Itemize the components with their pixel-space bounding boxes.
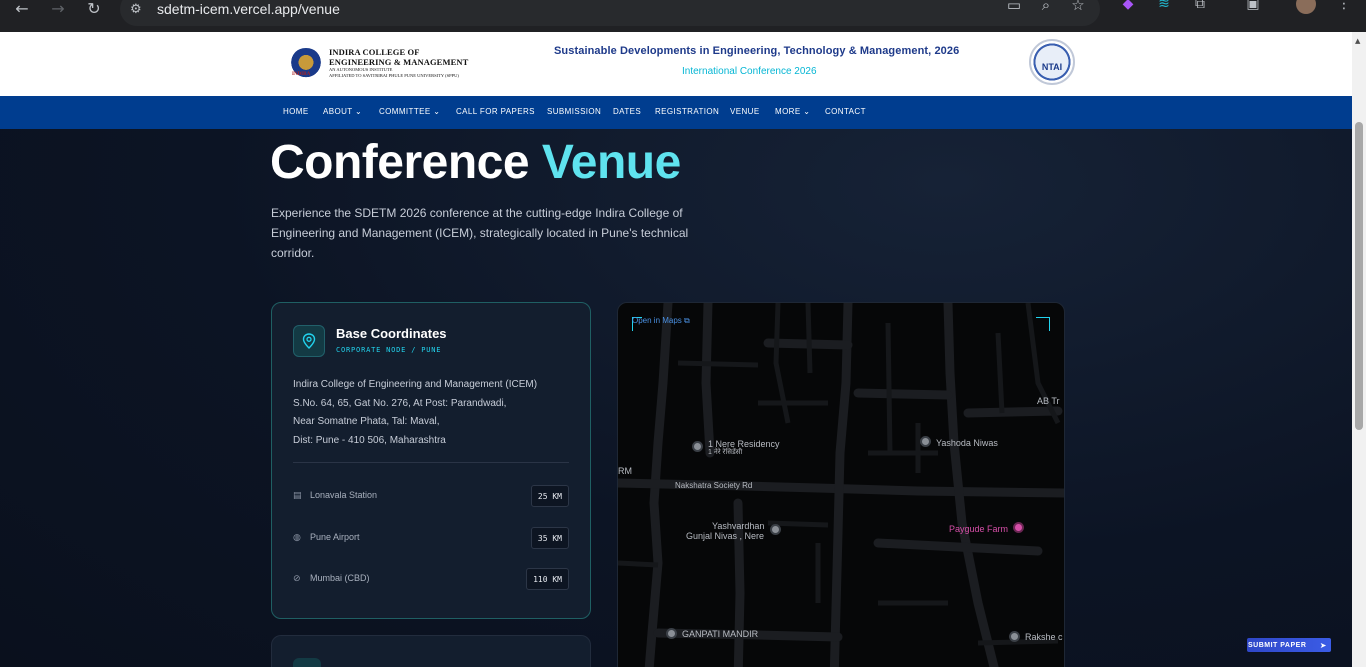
- install-app-icon[interactable]: ▭: [1003, 0, 1025, 14]
- map-pin-icon: [293, 325, 325, 357]
- nav-more[interactable]: MORE ⌄: [775, 107, 810, 116]
- distance-label: Pune Airport: [310, 532, 360, 542]
- site-header: INDIRA INDIRA COLLEGE OF ENGINEERING & M…: [0, 32, 1352, 96]
- nav-dates[interactable]: DATES: [613, 107, 641, 116]
- distance-badge: 110 KM: [526, 568, 569, 590]
- map-poi-marker[interactable]: [770, 524, 781, 535]
- scroll-up-icon[interactable]: ▲: [1355, 37, 1360, 45]
- submit-paper-button[interactable]: SUBMIT PAPER ➤: [1247, 638, 1331, 652]
- map-poi-label: Rakshe c: [1025, 632, 1063, 642]
- forward-icon[interactable]: →: [46, 0, 70, 20]
- send-icon: ➤: [1319, 640, 1327, 650]
- globe-icon: ◍: [293, 533, 301, 543]
- map-poi-marker[interactable]: [692, 441, 703, 452]
- nav-home[interactable]: HOME: [283, 107, 309, 116]
- back-icon[interactable]: ←: [10, 0, 34, 20]
- address-bar[interactable]: ⚙ sdetm-icem.vercel.app/venue: [120, 0, 1100, 26]
- page-title-main: Conference: [270, 136, 542, 189]
- nav-submission[interactable]: SUBMISSION: [547, 107, 601, 116]
- college-logo-text: INDIRA: [292, 72, 311, 77]
- compass-icon: ⊘: [293, 574, 301, 584]
- distance-badge: 25 KM: [530, 485, 569, 507]
- nav-call-for-papers[interactable]: CALL FOR PAPERS: [456, 107, 535, 116]
- zoom-icon[interactable]: ⌕: [1035, 0, 1057, 14]
- extensions-puzzle-icon[interactable]: ⧉: [1189, 0, 1211, 12]
- ntai-logo: NTAI: [1029, 39, 1075, 85]
- nav-venue[interactable]: VENUE: [730, 107, 760, 116]
- train-icon: ▤: [293, 491, 302, 501]
- card-icon: [293, 658, 321, 667]
- url-text: sdetm-icem.vercel.app/venue: [157, 1, 340, 17]
- base-coordinates-card: Base Coordinates CORPORATE NODE / PUNE I…: [271, 302, 591, 619]
- page-title-accent: Venue: [541, 136, 681, 189]
- map-poi-label: GANPATI MANDIR: [682, 629, 759, 639]
- address-line: Dist: Pune - 410 506, Maharashtra: [293, 434, 446, 446]
- bookmark-star-icon[interactable]: ☆: [1067, 0, 1089, 14]
- open-in-maps-label: Open in Maps: [632, 316, 682, 325]
- distance-label: Lonavala Station: [310, 490, 378, 500]
- nav-contact[interactable]: CONTACT: [825, 107, 866, 116]
- card-kicker: CORPORATE NODE / PUNE: [336, 346, 442, 354]
- map-poi-label: Yashoda Niwas: [936, 438, 998, 448]
- submit-paper-label: SUBMIT PAPER: [1248, 641, 1307, 649]
- ntai-logo-text: NTAI: [1041, 62, 1063, 72]
- map-poi-marker[interactable]: [1009, 631, 1020, 642]
- map-poi-label: Gunjal Nivas , Nere: [686, 531, 765, 541]
- side-panel-icon[interactable]: ▣: [1242, 0, 1264, 12]
- page-title: Conference Venue: [270, 135, 681, 190]
- map-poi-marker[interactable]: [1013, 522, 1024, 533]
- address-line: S.No. 64, 65, Gat No. 276, At Post: Para…: [293, 397, 507, 409]
- college-name-line4: AFFILIATED TO SAVITRIBAI PHULE PUNE UNIV…: [329, 73, 459, 78]
- corner-bracket: [1036, 317, 1050, 331]
- map-poi-marker[interactable]: [666, 628, 677, 639]
- nav-committee[interactable]: COMMITTEE ⌄: [379, 107, 440, 116]
- address-block: Indira College of Engineering and Manage…: [293, 376, 537, 450]
- map-poi-label: AB Tr: [1037, 396, 1060, 406]
- map-poi-label: RM: [618, 466, 632, 476]
- open-in-maps-link[interactable]: Open in Maps ⧉: [632, 316, 690, 326]
- venue-map[interactable]: Open in Maps ⧉ 1 Nere Residency 1 नेरे र…: [617, 302, 1065, 667]
- extension-icon[interactable]: ◆: [1117, 0, 1139, 12]
- map-poi-label: Paygude Farm: [949, 524, 1009, 534]
- map-poi-sublabel: 1 नेरे रेसिडेंसी: [708, 449, 743, 456]
- card-title: Base Coordinates: [336, 326, 447, 341]
- main-nav: HOME ABOUT ⌄ COMMITTEE ⌄ CALL FOR PAPERS…: [0, 96, 1352, 129]
- college-name: INDIRA COLLEGE OF ENGINEERING & MANAGEME…: [329, 47, 468, 79]
- conference-subtitle: International Conference 2026: [682, 66, 817, 77]
- conference-title: Sustainable Developments in Engineering,…: [554, 45, 960, 57]
- browser-toolbar: ← → ↻ ⚙ sdetm-icem.vercel.app/venue ▭ ⌕ …: [0, 0, 1366, 32]
- nav-registration[interactable]: REGISTRATION: [655, 107, 719, 116]
- menu-kebab-icon[interactable]: ⋮: [1333, 0, 1355, 12]
- page-scrollbar[interactable]: ▲: [1352, 32, 1366, 667]
- distance-row: ⊘ Mumbai (CBD) 110 KM: [293, 568, 569, 590]
- distance-row: ▤ Lonavala Station 25 KM: [293, 485, 569, 507]
- distance-row: ◍ Pune Airport 35 KM: [293, 527, 569, 549]
- college-name-line2: ENGINEERING & MANAGEMENT: [329, 57, 469, 67]
- address-line: Near Somatne Phata, Tal: Maval,: [293, 416, 440, 427]
- map-poi-marker[interactable]: [920, 436, 931, 447]
- distance-label: Mumbai (CBD): [310, 573, 370, 583]
- wifi-extension-icon[interactable]: ≋: [1153, 0, 1175, 12]
- site-info-icon[interactable]: ⚙: [130, 2, 142, 17]
- scrollbar-thumb[interactable]: [1355, 122, 1363, 430]
- reload-icon[interactable]: ↻: [82, 0, 106, 20]
- external-link-icon: ⧉: [684, 316, 690, 325]
- distance-badge: 35 KM: [530, 527, 569, 549]
- address-line: Indira College of Engineering and Manage…: [293, 379, 538, 390]
- college-name-line1: INDIRA COLLEGE OF: [329, 47, 420, 57]
- profile-avatar[interactable]: [1296, 0, 1316, 14]
- main-content: Conference Venue Experience the SDETM 20…: [0, 129, 1352, 667]
- secondary-card: [271, 635, 591, 667]
- venue-intro: Experience the SDETM 2026 conference at …: [271, 206, 689, 260]
- nav-about[interactable]: ABOUT ⌄: [323, 107, 362, 116]
- map-poi-label: Yashvardhan: [712, 521, 765, 531]
- map-road-label: Nakshatra Society Rd: [675, 481, 753, 490]
- divider: [293, 462, 569, 463]
